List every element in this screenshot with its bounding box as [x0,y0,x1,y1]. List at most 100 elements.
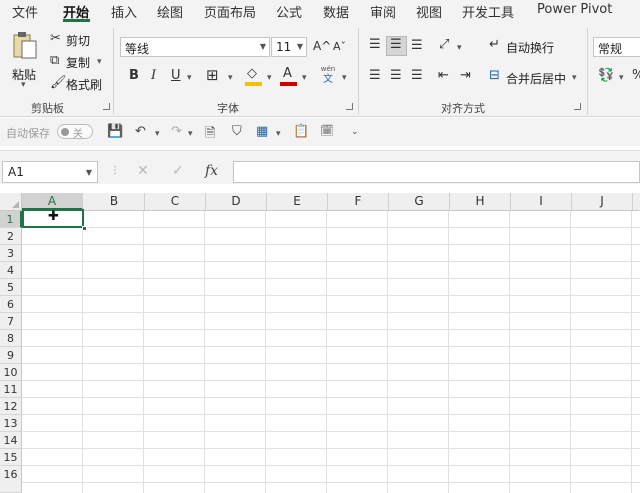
filter-icon[interactable]: ⛉ [232,124,242,139]
number-format-value: 常规 [598,42,623,56]
cut-button[interactable]: 剪切 [66,32,90,49]
increase-indent-icon[interactable]: ⇥ [460,69,471,82]
column-header-j[interactable]: J [572,193,633,210]
row-header-5[interactable]: 5 [0,279,22,296]
orientation-icon[interactable]: ⤢ [439,38,449,51]
column-header-a[interactable]: A [22,193,83,210]
select-all-button[interactable] [0,193,22,210]
divider [358,28,359,114]
bold-button[interactable]: B [129,69,139,82]
row-header-3[interactable]: 3 [0,245,22,262]
row-header-7[interactable]: 7 [0,313,22,330]
customize-toolbar-icon[interactable]: ⌄ [351,127,359,137]
name-box[interactable]: A1 ▼ [2,161,98,183]
column-header-e[interactable]: E [267,193,328,210]
tab-view[interactable]: 视图 [416,2,442,21]
enter-icon[interactable]: ✓ [172,163,184,179]
tab-insert[interactable]: 插入 [111,2,137,21]
font-size-combo[interactable]: 11 ▼ [271,37,307,57]
tab-page-layout[interactable]: 页面布局 [204,2,256,21]
shrink-font-button[interactable]: Aˇ [333,41,346,52]
column-header-f[interactable]: F [328,193,389,210]
tab-data[interactable]: 数据 [323,2,349,21]
column-header-c[interactable]: C [145,193,206,210]
column-header-i[interactable]: I [511,193,572,210]
decrease-indent-icon[interactable]: ⇤ [438,69,449,82]
number-format-combo[interactable]: 常规 [593,37,640,57]
align-left-icon[interactable]: ☰ [369,69,381,82]
tab-power-pivot[interactable]: Power Pivot [537,2,612,17]
row-header-8[interactable]: 8 [0,330,22,347]
orientation-dropdown-icon[interactable]: ▾ [457,43,462,53]
tab-review[interactable]: 审阅 [370,2,396,21]
phonetic-guide-button[interactable]: wén 文 [318,65,338,87]
middle-align-icon[interactable]: ☰ [390,38,402,51]
save-icon[interactable]: 💾 [107,124,123,139]
accounting-dropdown-icon[interactable]: ▾ [619,73,624,83]
table-dropdown-icon[interactable]: ▾ [276,129,281,139]
fill-handle[interactable] [82,226,87,231]
row-header-4[interactable]: 4 [0,262,22,279]
cell-grid[interactable] [22,211,640,493]
tab-draw[interactable]: 绘图 [157,2,183,21]
row-header-12[interactable]: 12 [0,398,22,415]
borders-dropdown-icon[interactable]: ▾ [228,73,233,83]
paste-button[interactable]: 粘贴 ▾ [6,28,44,90]
copy-button[interactable]: 复制 [66,54,90,71]
borders-icon[interactable]: ⊞ [206,68,219,83]
italic-button[interactable]: I [151,69,156,82]
tab-file[interactable]: 文件 [12,2,38,21]
row-header-2[interactable]: 2 [0,228,22,245]
row-header-13[interactable]: 13 [0,415,22,432]
row-header-15[interactable]: 15 [0,449,22,466]
row-header-9[interactable]: 9 [0,347,22,364]
font-color-button[interactable]: A [283,67,292,80]
top-align-icon[interactable]: ☰ [369,38,381,51]
clipboard-launcher-icon[interactable] [103,103,110,110]
grow-font-button[interactable]: A^ [313,40,331,52]
accounting-format-icon[interactable]: 💱 [598,69,614,82]
row-header-11[interactable]: 11 [0,381,22,398]
bottom-align-icon[interactable]: ☰ [411,39,423,52]
number-format-tool-icon[interactable]: 🗓 [320,124,334,137]
redo-dropdown-icon[interactable]: ▾ [188,129,193,139]
row-header-14[interactable]: 14 [0,432,22,449]
merge-center-button[interactable]: 合并后居中 [506,70,566,87]
print-preview-icon[interactable]: 🗎 [205,124,215,146]
insert-function-button[interactable]: fx [205,163,218,179]
phonetic-dropdown-icon[interactable]: ▾ [342,73,347,83]
tab-developer[interactable]: 开发工具 [462,2,514,21]
autosave-toggle[interactable]: 关 [57,124,93,140]
align-right-icon[interactable]: ☰ [411,69,423,82]
column-header-b[interactable]: B [84,193,145,210]
row-header-10[interactable]: 10 [0,364,22,381]
table-icon[interactable]: ▦ [256,124,268,139]
copy-dropdown-icon[interactable]: ▾ [97,57,102,67]
font-name-combo[interactable]: 等线 ▼ [120,37,270,57]
font-launcher-icon[interactable] [346,103,353,110]
alignment-launcher-icon[interactable] [574,103,581,110]
column-header-h[interactable]: H [450,193,511,210]
column-header-g[interactable]: G [389,193,450,210]
row-header-1[interactable]: 1 [0,211,22,228]
font-color-dropdown-icon[interactable]: ▾ [302,73,307,83]
undo-dropdown-icon[interactable]: ▾ [155,129,160,139]
wrap-text-button[interactable]: 自动换行 [506,39,554,56]
underline-dropdown-icon[interactable]: ▾ [187,73,192,83]
fill-color-icon[interactable]: ◇ [247,67,257,80]
redo-icon[interactable]: ↷ [171,124,182,139]
row-header-6[interactable]: 6 [0,296,22,313]
column-header-d[interactable]: D [206,193,267,210]
formula-input[interactable] [233,161,640,183]
format-painter-button[interactable]: 格式刷 [66,76,102,93]
underline-button[interactable]: U [171,69,181,82]
row-header-16[interactable]: 16 [0,466,22,493]
undo-icon[interactable]: ↶ [135,124,146,139]
fill-color-dropdown-icon[interactable]: ▾ [267,73,272,83]
cancel-icon[interactable]: ✕ [137,163,149,179]
percent-icon[interactable]: % [632,69,640,82]
clipboard-tool-icon[interactable]: 📋 [293,124,309,139]
align-center-icon[interactable]: ☰ [390,69,402,82]
merge-dropdown-icon[interactable]: ▾ [572,73,577,83]
tab-formulas[interactable]: 公式 [276,2,302,21]
